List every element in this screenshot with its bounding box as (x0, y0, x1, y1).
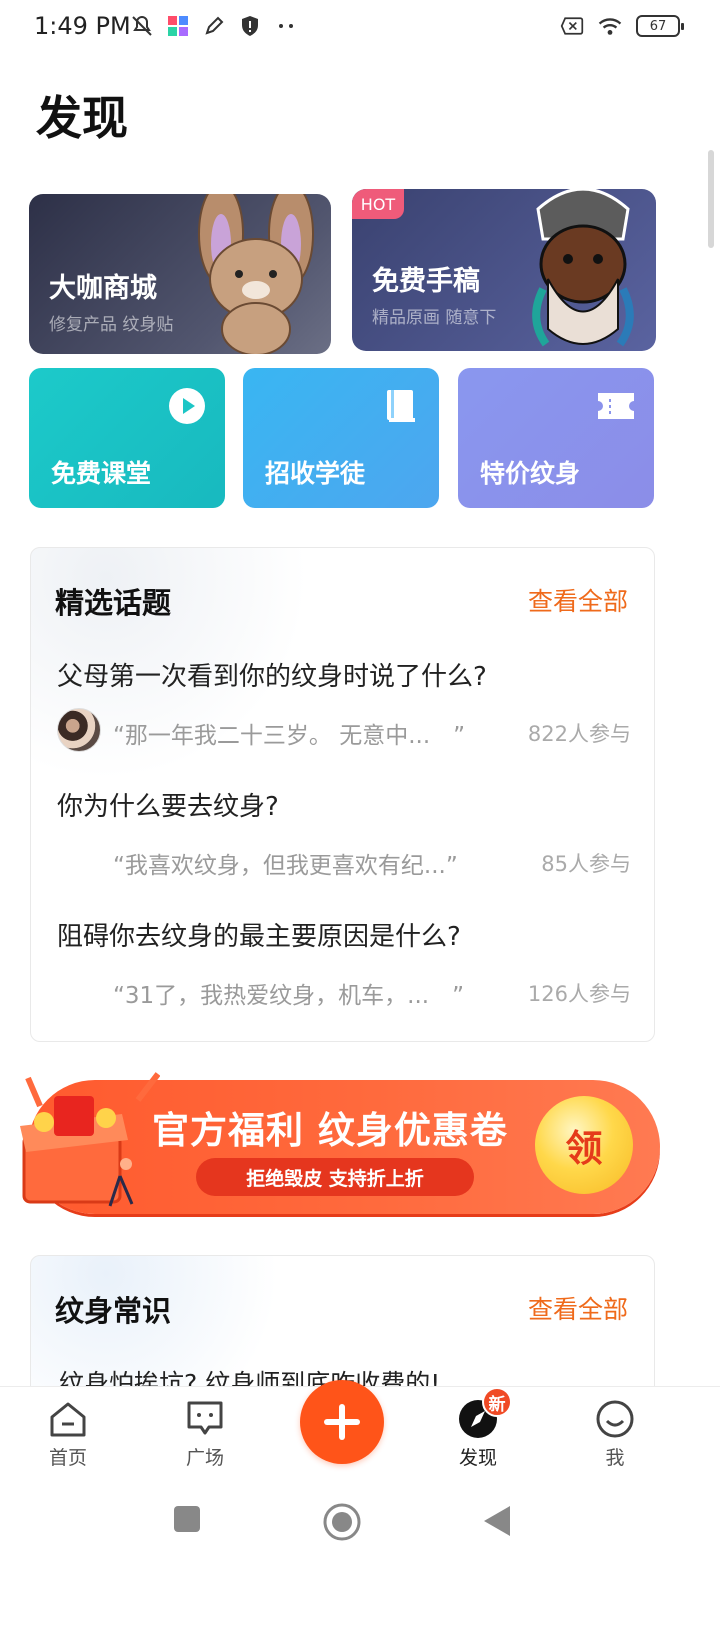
topic-participants: 85人参与 (541, 852, 631, 876)
home-icon (48, 1399, 88, 1439)
topic-item[interactable]: 你为什么要去纹身? “我喜欢纹身，但我更喜欢有纪...” 85人参与 (57, 786, 631, 879)
more-dots-icon (274, 14, 298, 38)
back-button[interactable] (482, 1504, 512, 1542)
book-icon (381, 386, 421, 426)
topic-item[interactable]: 阻碍你去纹身的最主要原因是什么? “31了，我热爱纹身，机车，... ” 126… (57, 916, 631, 1009)
mall-card-title: 大咖商城 (49, 273, 157, 304)
battery-icon: 67 (636, 15, 684, 37)
home-system-button[interactable] (322, 1502, 362, 1546)
free-class-card[interactable]: 免费课堂 (29, 368, 225, 508)
compass-icon: 新 (458, 1387, 512, 1439)
system-navigation-bar (0, 1484, 720, 1650)
topic-participants: 126人参与 (527, 982, 631, 1006)
banner-title: 官方福利 纹身优惠卷 (152, 1109, 508, 1152)
topic-question: 父母第一次看到你的纹身时说了什么? (57, 662, 487, 692)
tips-view-all-link[interactable]: 查看全部 (528, 1290, 628, 1326)
topic-question: 阻碍你去纹身的最主要原因是什么? (57, 922, 461, 952)
topic-quote: “我喜欢纹身，但我更喜欢有纪...” (113, 853, 458, 879)
tips-heading: 纹身常识 (55, 1294, 172, 1328)
nav-home-label: 首页 (48, 1447, 87, 1469)
shield-icon (238, 14, 262, 38)
nav-me[interactable]: 我 (575, 1399, 655, 1470)
free-draft-card-title: 免费手稿 (372, 266, 480, 297)
smile-icon (595, 1399, 635, 1439)
plus-icon (324, 1404, 360, 1440)
tattoo-art-illustration (532, 189, 634, 347)
avatar (57, 708, 101, 752)
status-bar: 1:49 PM 67 (0, 0, 720, 54)
nav-discover-label: 发现 (458, 1447, 497, 1469)
banner-subtitle: 拒绝毁皮 支持折上折 (246, 1167, 424, 1190)
bunny-illustration (198, 194, 314, 354)
wifi-icon (598, 14, 622, 38)
play-icon (167, 386, 207, 426)
discount-tattoo-card[interactable]: 特价纹身 (458, 368, 654, 508)
banner-subtitle-pill: 拒绝毁皮 支持折上折 (196, 1158, 474, 1196)
topic-quote: “那一年我二十三岁。 无意中... ” (113, 723, 466, 749)
free-draft-card[interactable]: HOT 免费手稿 精品原画 随意下 (352, 189, 656, 351)
nav-discover[interactable]: 新 发现 (438, 1387, 518, 1470)
apprentice-title: 招收学徒 (265, 459, 366, 488)
triangle-back-icon (484, 1506, 510, 1536)
status-icons-right: 67 (560, 14, 684, 38)
topics-view-all-link[interactable]: 查看全部 (528, 582, 628, 618)
apprentice-card[interactable]: 招收学徒 (243, 368, 439, 508)
app-icon (166, 14, 190, 38)
status-time: 1:49 PM (34, 12, 131, 40)
topic-quote: “31了，我热爱纹身，机车，... ” (113, 983, 465, 1009)
status-icons-left (130, 14, 298, 38)
topics-heading: 精选话题 (55, 586, 172, 620)
discount-tattoo-title: 特价纹身 (480, 459, 581, 488)
featured-topics-panel: 精选话题 查看全部 父母第一次看到你的纹身时说了什么? “那一年我二十三岁。 无… (30, 547, 655, 1042)
square-icon (174, 1506, 200, 1532)
add-post-button[interactable] (300, 1380, 384, 1464)
nav-square[interactable]: 广场 (165, 1399, 245, 1470)
pen-icon (202, 14, 226, 38)
topic-item[interactable]: 父母第一次看到你的纹身时说了什么? “那一年我二十三岁。 无意中... ” 82… (57, 656, 631, 752)
topic-participants: 822人参与 (527, 722, 631, 746)
sim-off-icon (560, 14, 584, 38)
coupon-banner[interactable]: 官方福利 纹身优惠卷 拒绝毁皮 支持折上折 领 (10, 1066, 662, 1216)
gift-box-illustration (20, 1072, 160, 1207)
claim-button[interactable]: 领 (535, 1096, 633, 1194)
ticket-icon (596, 386, 636, 426)
chat-square-icon (185, 1399, 225, 1439)
hot-badge: HOT (352, 189, 404, 219)
free-draft-card-subtitle: 精品原画 随意下 (372, 308, 497, 328)
mall-card[interactable]: 大咖商城 修复产品 纹身贴 (29, 194, 331, 354)
free-class-title: 免费课堂 (51, 459, 152, 488)
scroll-indicator (708, 150, 714, 248)
mall-card-subtitle: 修复产品 纹身贴 (49, 315, 174, 335)
circle-icon (323, 1503, 361, 1541)
topic-question: 你为什么要去纹身? (57, 792, 279, 822)
new-badge: 新 (482, 1387, 512, 1417)
nav-me-label: 我 (605, 1447, 625, 1469)
nav-home[interactable]: 首页 (28, 1399, 108, 1470)
mute-icon (130, 14, 154, 38)
recents-button[interactable] (172, 1504, 202, 1538)
page-title: 发现 (36, 91, 128, 145)
nav-square-label: 广场 (185, 1447, 224, 1469)
